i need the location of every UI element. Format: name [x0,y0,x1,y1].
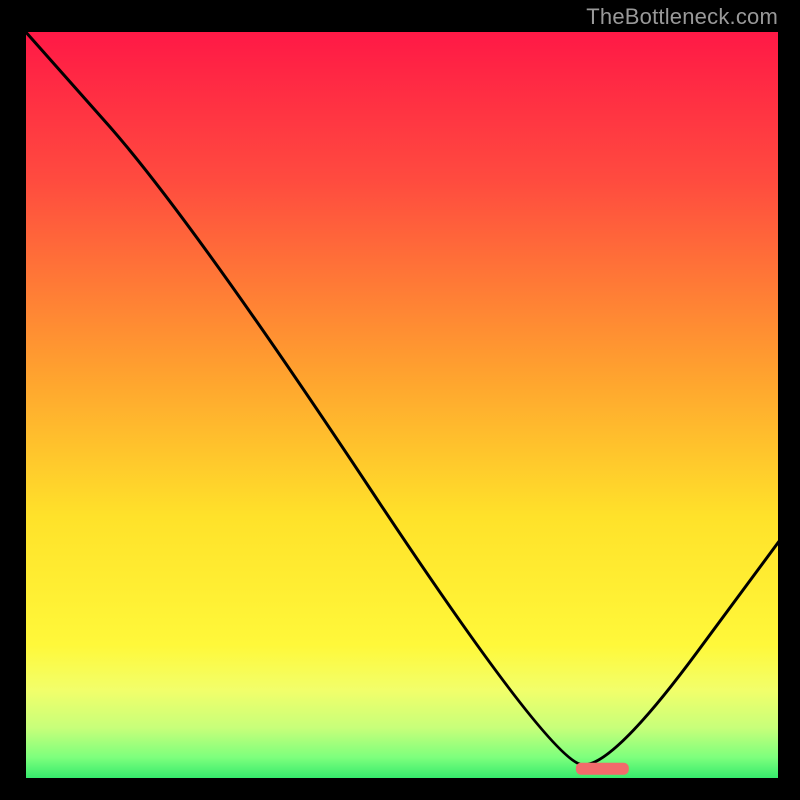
plot-background [24,30,780,780]
watermark-text: TheBottleneck.com [586,4,778,30]
bottleneck-chart [0,0,800,800]
chart-frame: TheBottleneck.com [0,0,800,800]
optimal-marker [576,763,629,775]
